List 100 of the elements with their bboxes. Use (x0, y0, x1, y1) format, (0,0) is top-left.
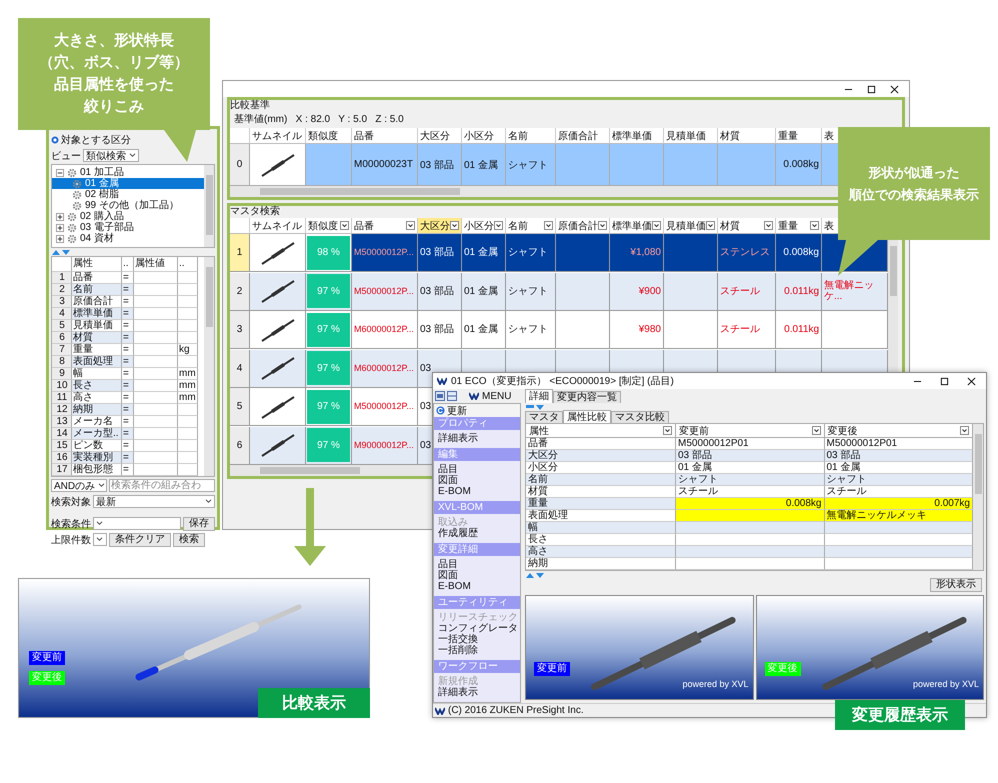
expand-toggle-icon[interactable] (56, 212, 64, 220)
filter-dropdown-icon[interactable] (812, 426, 820, 435)
tree-item[interactable]: 04 資材 (52, 233, 204, 244)
target-dropdown[interactable]: 最新 (93, 495, 215, 508)
value-cell[interactable] (134, 464, 178, 476)
row-number[interactable]: 1 (230, 234, 250, 272)
value-cell[interactable] (134, 452, 178, 464)
row-number[interactable]: 5 (230, 388, 250, 426)
tab[interactable]: 詳細 (525, 389, 553, 403)
tab[interactable]: 変更内容一覧 (553, 391, 621, 403)
scrollbar-thumb[interactable] (206, 267, 212, 327)
filter-dropdown-icon[interactable] (663, 426, 672, 435)
sidebar-link[interactable]: 品目 (438, 559, 458, 570)
close-icon[interactable] (890, 84, 899, 94)
column-header[interactable]: 見積単価 (664, 218, 718, 234)
tab[interactable]: マスタ比較 (611, 411, 669, 423)
value-cell[interactable] (134, 428, 178, 440)
column-header[interactable]: 大区分 (418, 128, 462, 144)
maximize-icon[interactable] (940, 376, 949, 386)
tab[interactable]: マスタ (525, 411, 563, 423)
clear-button[interactable]: 条件クリア (109, 532, 171, 546)
column-header[interactable]: 大区分 (418, 218, 462, 234)
window-layout-icon[interactable] (435, 391, 445, 401)
close-icon[interactable] (967, 376, 976, 386)
sidebar-link[interactable]: E-BOM (438, 486, 471, 497)
column-header[interactable]: 原価合計 (556, 218, 610, 234)
value-cell[interactable] (134, 368, 178, 380)
column-header[interactable]: 類似度 (306, 218, 352, 234)
column-header[interactable]: 類似度 (306, 128, 352, 144)
scrollbar-thumb[interactable] (260, 188, 460, 195)
filter-dropdown-icon[interactable] (340, 221, 349, 230)
radio-icon[interactable] (51, 136, 59, 144)
row-number[interactable]: 6 (230, 426, 250, 465)
row-number[interactable]: 4 (230, 350, 250, 388)
column-header[interactable]: 標準単価 (610, 128, 664, 144)
column-header[interactable]: 見積単価 (664, 128, 718, 144)
combination-field[interactable]: 検索条件の組み合わ (109, 479, 215, 492)
sidebar-link[interactable]: 一括削除 (438, 645, 478, 656)
filter-dropdown-icon[interactable] (960, 426, 969, 435)
value-cell[interactable] (134, 440, 178, 452)
sidebar-link[interactable]: 図面 (438, 475, 458, 486)
scrollbar-thumb[interactable] (974, 434, 982, 494)
splitter-arrows-icon[interactable] (51, 249, 71, 255)
tree-item[interactable]: 99 その他（加工品） (52, 200, 204, 211)
filter-dropdown-icon[interactable] (406, 221, 415, 230)
column-header[interactable]: 変更後 (828, 424, 858, 438)
tree-item[interactable]: 02 樹脂 (52, 189, 204, 200)
scrollbar-thumb[interactable] (890, 246, 896, 296)
splitter-arrows-icon[interactable] (525, 404, 545, 410)
column-header[interactable]: 材質 (718, 128, 776, 144)
column-header[interactable]: 小区分 (462, 218, 506, 234)
column-header[interactable]: サムネイル (250, 218, 306, 234)
value-cell[interactable] (134, 272, 178, 284)
splitter-arrows-icon[interactable] (525, 572, 545, 578)
sidebar-link[interactable]: 図面 (438, 570, 458, 581)
value-cell[interactable] (134, 380, 178, 392)
column-header[interactable]: 名前 (506, 218, 556, 234)
filter-dropdown-icon[interactable] (706, 221, 715, 230)
expand-toggle-icon[interactable] (56, 168, 64, 176)
tab[interactable]: 属性比較 (563, 410, 611, 423)
sidebar-link[interactable]: 一括交換 (438, 634, 478, 645)
filter-dropdown-icon[interactable] (544, 221, 553, 230)
sidebar-link[interactable]: 作成履歴 (438, 528, 478, 539)
filter-dropdown-icon[interactable] (652, 221, 661, 230)
value-cell[interactable] (134, 404, 178, 416)
tree-item[interactable]: 03 電子部品 (52, 222, 204, 233)
filter-dropdown-icon[interactable] (764, 221, 773, 230)
menu-button[interactable]: MENU (459, 390, 512, 402)
save-button[interactable]: 保存 (183, 516, 215, 530)
column-header[interactable]: 品番 (352, 128, 418, 144)
column-header[interactable]: 変更前 (679, 424, 709, 438)
sidebar-link[interactable]: 品目 (438, 464, 458, 475)
expand-toggle-icon[interactable] (56, 234, 64, 242)
expand-toggle-icon[interactable] (56, 224, 64, 232)
filter-dropdown-icon[interactable] (494, 221, 503, 230)
value-cell[interactable] (134, 332, 178, 344)
search-button[interactable]: 検索 (173, 532, 205, 546)
column-header[interactable]: 重量 (776, 218, 822, 234)
row-number[interactable]: 3 (230, 311, 250, 350)
shape-display-button[interactable]: 形状表示 (930, 578, 982, 592)
column-header[interactable]: 原価合計 (556, 128, 610, 144)
tree-item[interactable]: 01 金属 (52, 178, 204, 189)
column-header[interactable]: 重量 (776, 128, 822, 144)
value-cell[interactable] (134, 392, 178, 404)
column-header[interactable]: 名前 (506, 128, 556, 144)
value-cell[interactable] (134, 308, 178, 320)
column-header[interactable]: 標準単価 (610, 218, 664, 234)
row-number[interactable]: 2 (230, 272, 250, 311)
sidebar-link[interactable]: コンフィグレータ (438, 623, 518, 634)
filter-dropdown-icon[interactable] (810, 221, 819, 230)
value-cell[interactable] (134, 344, 178, 356)
value-cell[interactable] (134, 284, 178, 296)
limit-dropdown[interactable] (93, 533, 107, 546)
value-cell[interactable] (134, 356, 178, 368)
scrollbar-thumb[interactable] (260, 467, 360, 474)
value-cell[interactable] (134, 416, 178, 428)
column-header[interactable]: 材質 (718, 218, 776, 234)
column-header[interactable]: サムネイル (250, 128, 306, 144)
grid-layout-icon[interactable] (447, 391, 457, 401)
filter-dropdown-icon[interactable] (450, 221, 459, 230)
